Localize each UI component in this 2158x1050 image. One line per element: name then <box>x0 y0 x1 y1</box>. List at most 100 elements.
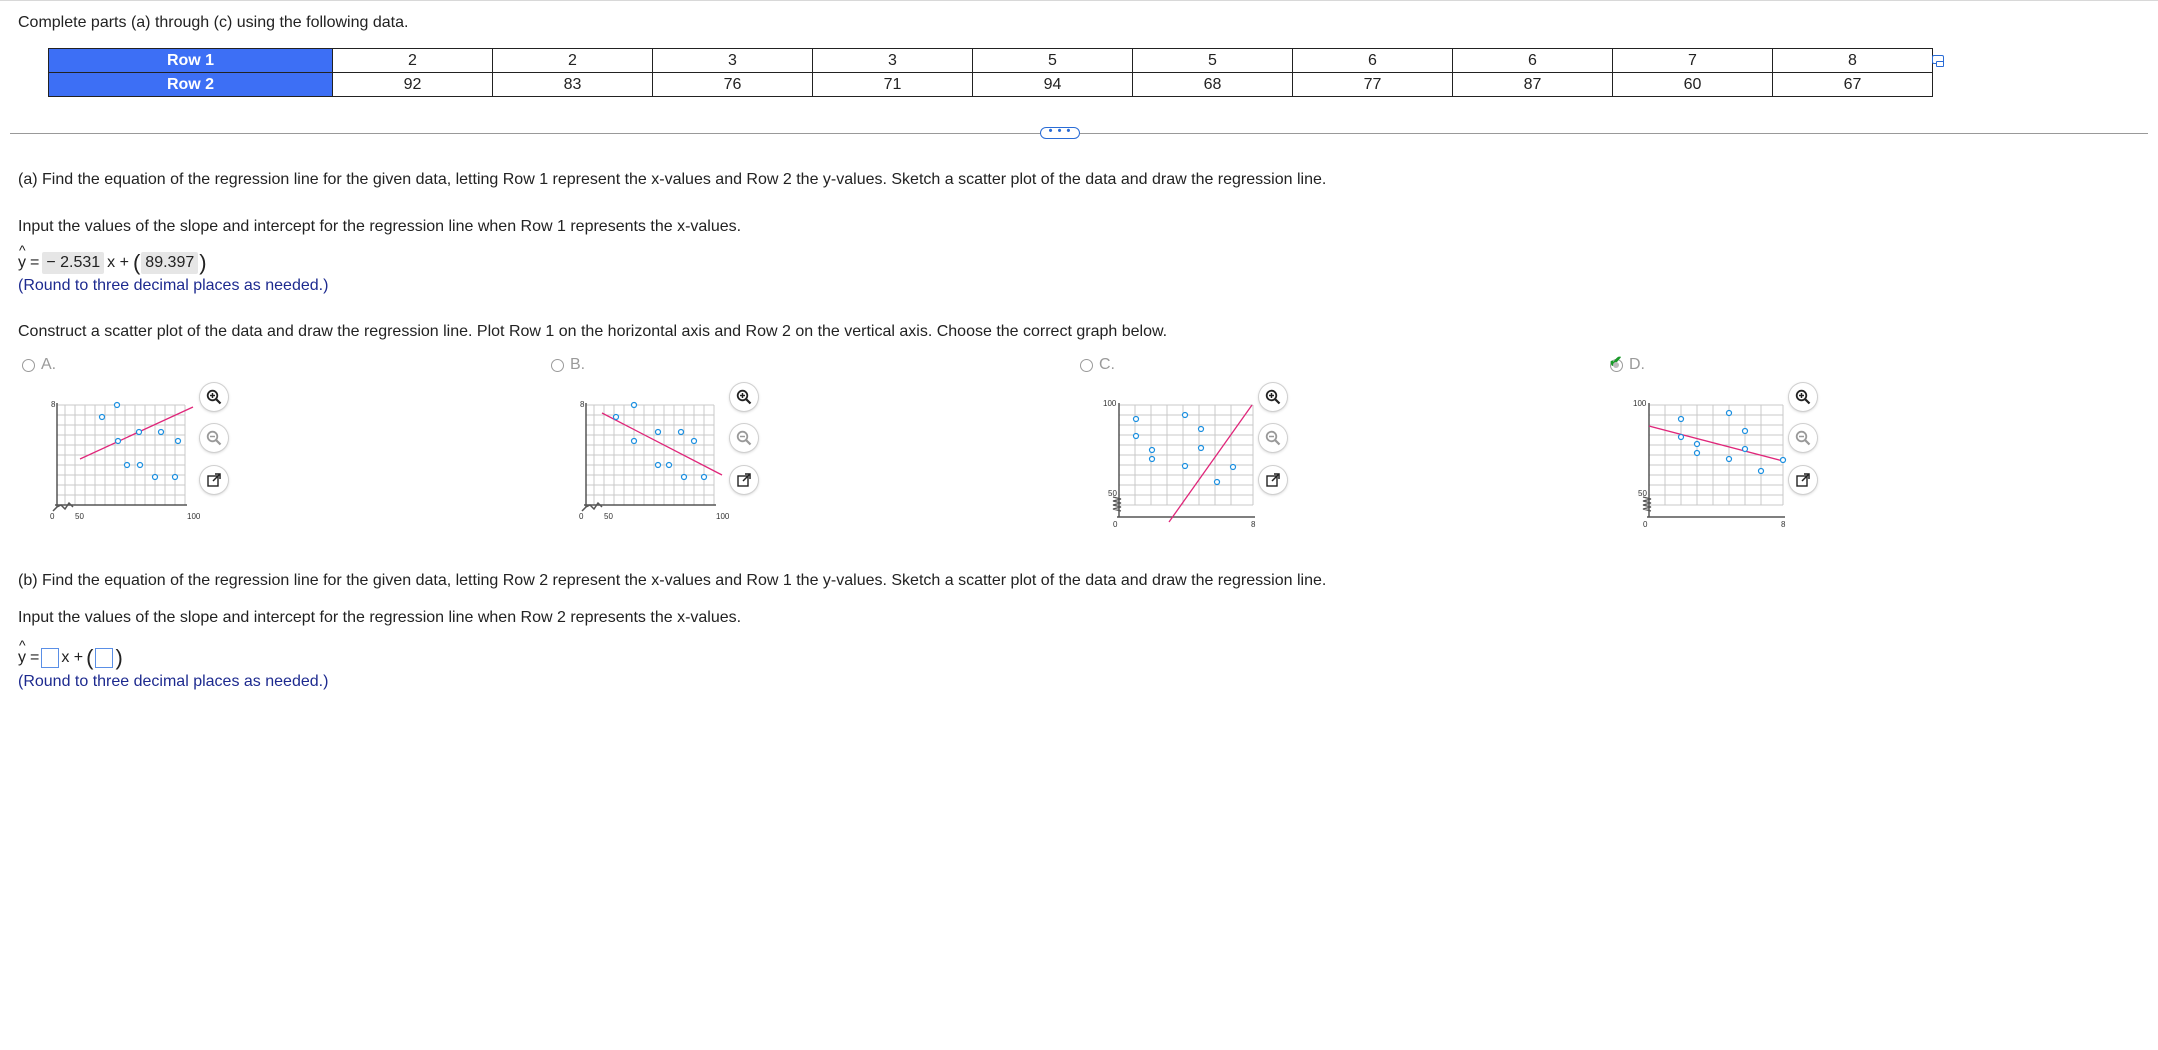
part-b-equation: y = x + ( ) <box>18 637 123 670</box>
table-cell: 94 <box>972 72 1133 97</box>
grid <box>1119 404 1254 506</box>
checkmark-icon: ✔ <box>1609 353 1623 371</box>
row-2-header: Row 2 <box>48 72 333 97</box>
y-max-label: 8 <box>580 400 585 409</box>
table-cell: 5 <box>1132 48 1293 73</box>
x-origin-label: 0 <box>1113 520 1118 529</box>
table-cell: 77 <box>1292 72 1453 97</box>
radio-b[interactable] <box>551 358 564 372</box>
x-max-label: 8 <box>1251 520 1256 529</box>
table-copy-icon[interactable] <box>1932 55 1944 67</box>
pop-out-icon <box>1796 473 1810 487</box>
option-d[interactable]: ✔ D. <box>1609 354 1645 374</box>
part-a-instruction: Input the values of the slope and interc… <box>18 218 742 235</box>
pop-out-button[interactable] <box>730 466 758 494</box>
data-table: Row 1 2 2 3 3 5 5 6 6 7 8 Row 2 92 83 76… <box>48 48 1933 97</box>
scatter-points <box>1677 409 1787 475</box>
graph-d[interactable]: 100 50 0 8 <box>1633 395 1808 530</box>
expand-button[interactable]: • • • <box>1040 126 1080 139</box>
table-cell: 2 <box>332 48 493 73</box>
x-max-label: 100 <box>716 512 730 521</box>
pop-out-icon <box>1266 473 1280 487</box>
table-cell: 8 <box>1772 48 1933 73</box>
axis-break <box>52 501 74 512</box>
table-row-1: Row 1 2 2 3 3 5 5 6 6 7 8 <box>48 48 1933 73</box>
zoom-out-button[interactable] <box>1259 424 1287 452</box>
part-b-round-hint: (Round to three decimal places as needed… <box>18 673 329 690</box>
part-b-question: (b) Find the equation of the regression … <box>18 572 1327 589</box>
close-paren: ) <box>199 250 207 275</box>
zoom-in-button[interactable] <box>730 383 758 411</box>
option-c[interactable]: C. <box>1080 356 1115 374</box>
radio-d[interactable]: ✔ <box>1609 354 1623 372</box>
intercept-answer[interactable]: 89.397 <box>141 252 199 274</box>
equals-sign: = <box>30 254 40 271</box>
table-row-2: Row 2 92 83 76 71 94 68 77 87 60 67 <box>48 72 1933 97</box>
pop-out-button[interactable] <box>1259 466 1287 494</box>
axis-break <box>1642 496 1652 512</box>
radio-c[interactable] <box>1080 358 1093 372</box>
zoom-in-icon <box>206 389 222 405</box>
x-mid-label: 50 <box>604 512 613 521</box>
slope-input[interactable] <box>41 648 60 668</box>
open-paren: ( <box>86 645 94 670</box>
open-paren: ( <box>132 250 141 275</box>
part-b-instruction: Input the values of the slope and interc… <box>18 609 742 626</box>
part-a-round-hint: (Round to three decimal places as needed… <box>18 277 329 294</box>
y-max-label: 100 <box>1633 399 1647 408</box>
table-cell: 71 <box>812 72 973 97</box>
zoom-out-button[interactable] <box>730 424 758 452</box>
table-cell: 2 <box>492 48 653 73</box>
table-cell: 92 <box>332 72 493 97</box>
x-max-label: 8 <box>1781 520 1786 529</box>
graph-c[interactable]: 100 50 0 8 <box>1103 395 1278 530</box>
zoom-out-button[interactable] <box>200 424 228 452</box>
zoom-in-button[interactable] <box>1259 383 1287 411</box>
row-1-header: Row 1 <box>48 48 333 73</box>
option-c-label: C. <box>1099 356 1115 373</box>
axis-break <box>1112 496 1122 512</box>
close-paren: ) <box>115 645 123 670</box>
y-max-label: 8 <box>51 400 56 409</box>
table-cell: 3 <box>812 48 973 73</box>
option-a[interactable]: A. <box>22 356 56 374</box>
regression-line <box>1648 425 1784 462</box>
scatter-points <box>98 401 182 481</box>
grid <box>1649 404 1784 506</box>
y-mid-label: 50 <box>1638 489 1647 498</box>
table-cell: 5 <box>972 48 1133 73</box>
option-b[interactable]: B. <box>551 356 585 374</box>
top-border <box>0 0 2158 1</box>
y-hat-label: y <box>18 242 26 272</box>
construct-instruction: Construct a scatter plot of the data and… <box>18 323 1168 340</box>
pop-out-icon <box>207 473 221 487</box>
graph-a[interactable]: 8 0 50 100 <box>45 395 220 530</box>
zoom-in-icon <box>736 389 752 405</box>
pop-out-button[interactable] <box>200 466 228 494</box>
zoom-out-icon <box>206 430 222 446</box>
option-b-label: B. <box>570 356 586 373</box>
table-cell: 6 <box>1452 48 1613 73</box>
slope-answer[interactable]: − 2.531 <box>42 252 105 274</box>
table-cell: 76 <box>652 72 813 97</box>
intro-text: Complete parts (a) through (c) using the… <box>18 14 409 31</box>
x-origin-label: 0 <box>1643 520 1648 529</box>
zoom-out-icon <box>1795 430 1811 446</box>
table-cell: 83 <box>492 72 653 97</box>
pop-out-button[interactable] <box>1789 466 1817 494</box>
graph-b[interactable]: 8 0 50 100 <box>574 395 749 530</box>
x-origin-label: 0 <box>50 512 55 521</box>
intercept-input[interactable] <box>95 648 114 668</box>
table-cell: 67 <box>1772 72 1933 97</box>
zoom-in-button[interactable] <box>200 383 228 411</box>
scatter-points <box>1132 411 1237 486</box>
zoom-out-button[interactable] <box>1789 424 1817 452</box>
zoom-out-icon <box>1265 430 1281 446</box>
zoom-in-icon <box>1795 389 1811 405</box>
zoom-in-button[interactable] <box>1789 383 1817 411</box>
y-max-label: 100 <box>1103 399 1117 408</box>
axis-break <box>581 501 603 512</box>
radio-a[interactable] <box>22 358 35 372</box>
y-hat-label: y <box>18 637 26 667</box>
zoom-out-icon <box>736 430 752 446</box>
